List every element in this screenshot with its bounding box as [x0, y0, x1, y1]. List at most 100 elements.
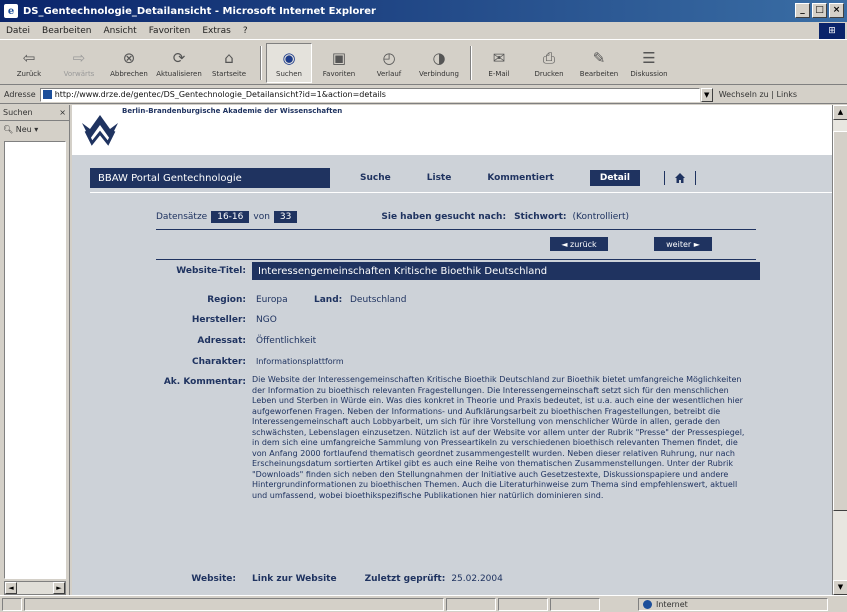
mail-button[interactable]: ✉ E-Mail	[476, 43, 522, 83]
forward-button[interactable]: ⇨ Vorwärts	[56, 43, 102, 83]
region-label: Region:	[207, 295, 246, 305]
institution-name: Berlin-Brandenburgische Akademie der Wis…	[122, 107, 343, 115]
forward-arrow-icon: ⇨	[72, 48, 86, 67]
edit-button[interactable]: ✎ Bearbeiten	[576, 43, 622, 83]
scroll-up-icon[interactable]: ▲	[833, 105, 847, 120]
windows-logo-icon: ⊞	[819, 23, 845, 39]
search-icon: ◉	[282, 48, 296, 67]
menu-bar: Datei Bearbeiten Ansicht Favoriten Extra…	[0, 22, 847, 40]
go-button[interactable]: Wechseln zu | Links	[719, 90, 797, 99]
menu-help[interactable]: ?	[243, 26, 248, 36]
explorer-content	[4, 141, 66, 579]
home-icon: ⌂	[224, 48, 234, 67]
explorer-title: Suchen	[3, 108, 33, 117]
status-cell	[550, 597, 600, 611]
status-text-cell	[24, 597, 444, 611]
nav-divider	[663, 171, 665, 185]
divider	[156, 229, 756, 230]
explorer-new-button[interactable]: 🔍︎ Neu ▾	[0, 121, 69, 137]
home-icon[interactable]	[673, 171, 687, 185]
menu-favoriten[interactable]: Favoriten	[149, 26, 191, 36]
mail-icon: ✉	[492, 48, 506, 67]
website-link[interactable]: Link zur Website	[252, 574, 337, 584]
records-range: 16-16	[211, 211, 250, 223]
status-cell	[498, 597, 548, 611]
nav-suche[interactable]: Suche	[360, 173, 391, 183]
window-title: DS_Gentechnologie_Detailansicht - Micros…	[23, 5, 376, 17]
explorer-hscrollbar[interactable]: ◄ ►	[4, 581, 66, 595]
last-checked-label: Zuletzt geprüft:	[364, 574, 446, 584]
toolbar: ⇦ Zurück ⇨ Vorwärts ⊗ Abbrechen ⟳ Aktualisie…	[0, 41, 847, 85]
explorer-close-icon[interactable]: ×	[59, 108, 66, 117]
stop-icon: ⊗	[122, 48, 136, 67]
toolbar-separator	[260, 45, 262, 80]
page-viewport: Berlin-Brandenburgische Akademie der Wis…	[72, 105, 832, 595]
maximize-button[interactable]: □	[812, 3, 827, 18]
address-dropdown-button[interactable]: ▼	[700, 87, 713, 102]
of-label: von	[253, 212, 270, 222]
country-label: Land:	[314, 295, 343, 305]
title-label: Website-Titel:	[176, 266, 246, 276]
minimize-button[interactable]: _	[795, 3, 810, 18]
history-button[interactable]: ◴ Verlauf	[366, 43, 412, 83]
address-url: http://www.drze.de/gentec/DS_Gentechnolo…	[54, 90, 386, 99]
next-page-button[interactable]: weiter ►	[654, 237, 712, 251]
scroll-thumb[interactable]	[833, 131, 847, 511]
discuss-icon: ☰	[642, 48, 656, 67]
nav-liste[interactable]: Liste	[427, 173, 452, 183]
back-button[interactable]: ⇦ Zurück	[6, 43, 52, 83]
refresh-button[interactable]: ⟳ Aktualisieren	[156, 43, 202, 83]
audience-label: Adressat:	[197, 336, 246, 346]
print-button[interactable]: ⎙ Drucken	[526, 43, 572, 83]
channels-button[interactable]: ◑ Verbindung	[416, 43, 462, 83]
links-label[interactable]: Links	[777, 90, 798, 99]
character-label: Charakter:	[191, 357, 246, 367]
favorites-button[interactable]: ▣ Favoriten	[316, 43, 362, 83]
address-label: Adresse	[4, 90, 36, 99]
scroll-down-icon[interactable]: ▼	[833, 580, 847, 595]
search-button[interactable]: ◉ Suchen	[266, 42, 312, 83]
bbaw-logo	[82, 115, 118, 146]
discuss-button[interactable]: ☰ Diskussion	[626, 43, 672, 83]
menu-ansicht[interactable]: Ansicht	[103, 26, 136, 36]
address-input[interactable]: http://www.drze.de/gentec/DS_Gentechnolo…	[39, 87, 700, 102]
nav-kommentiert[interactable]: Kommentiert	[487, 173, 554, 183]
security-zone: Internet	[638, 598, 828, 611]
menu-datei[interactable]: Datei	[6, 26, 30, 36]
scroll-left-icon[interactable]: ◄	[5, 582, 17, 594]
channels-icon: ◑	[432, 48, 446, 67]
stop-button[interactable]: ⊗ Abbrechen	[106, 43, 152, 83]
nav-detail[interactable]: Detail	[589, 170, 640, 186]
records-total: 33	[273, 211, 298, 223]
keyword-value: (Kontrolliert)	[572, 212, 630, 222]
scroll-right-icon[interactable]: ►	[53, 582, 65, 594]
character-value: Informationsplattform	[256, 357, 344, 366]
favorites-icon: ▣	[331, 48, 347, 67]
title-value: Interessengemeinschaften Kritische Bioet…	[252, 262, 760, 280]
home-button[interactable]: ⌂ Startseite	[206, 43, 252, 83]
producer-label: Hersteller:	[191, 315, 246, 325]
globe-icon	[643, 600, 652, 609]
menu-extras[interactable]: Extras	[202, 26, 230, 36]
portal-nav: Suche Liste Kommentiert Detail	[360, 168, 704, 188]
zone-label: Internet	[656, 600, 688, 609]
back-page-button[interactable]: ◄ zurück	[550, 237, 608, 251]
print-icon: ⎙	[542, 48, 555, 67]
page-body: BBAW Portal Gentechnologie Suche Liste K…	[72, 155, 832, 595]
refresh-icon: ⟳	[172, 48, 186, 67]
close-button[interactable]: ×	[829, 3, 844, 18]
results-summary: Datensätze 16-16 von 33 Sie haben gesuch…	[156, 210, 756, 224]
go-label: Wechseln zu	[718, 90, 769, 99]
record-footer: Website: Link zur Website Zuletzt geprüf…	[156, 572, 756, 586]
page-icon	[42, 90, 52, 99]
header-rule	[90, 192, 832, 193]
status-cell	[446, 597, 496, 611]
page-header: Berlin-Brandenburgische Akademie der Wis…	[72, 105, 832, 155]
toolbar-separator	[470, 45, 472, 80]
searched-label: Sie haben gesucht nach:	[381, 212, 507, 222]
page-vscrollbar[interactable]: ▲ ▼	[832, 105, 847, 595]
country-value: Deutschland	[350, 295, 407, 305]
back-arrow-icon: ⇦	[22, 48, 36, 67]
portal-title: BBAW Portal Gentechnologie	[90, 168, 330, 188]
menu-bearbeiten[interactable]: Bearbeiten	[42, 26, 91, 36]
